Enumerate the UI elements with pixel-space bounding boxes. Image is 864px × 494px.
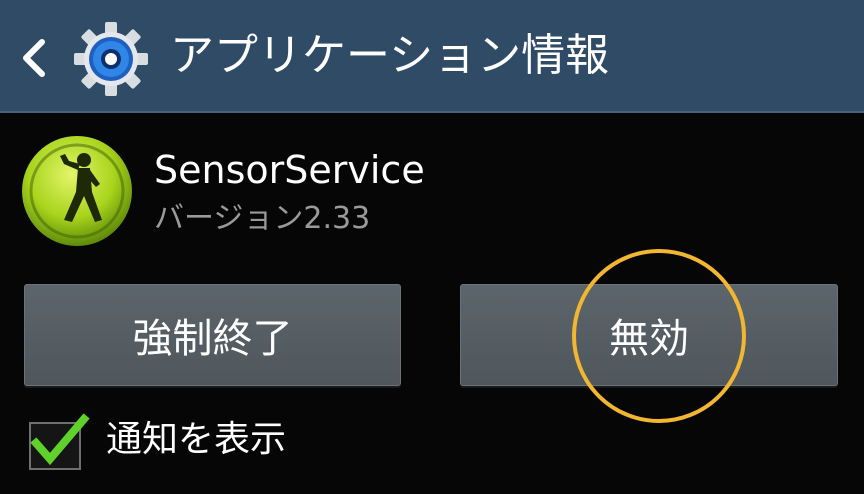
- show-notifications-label[interactable]: 通知を表示: [106, 414, 286, 466]
- app-version: バージョン2.33: [154, 201, 371, 236]
- action-bar: アプリケーション情報: [0, 0, 864, 113]
- page-title: アプリケーション情報: [170, 30, 610, 81]
- show-notifications-checkbox[interactable]: [28, 413, 90, 473]
- app-name: SensorService: [154, 148, 425, 192]
- chevron-left-icon[interactable]: [16, 36, 52, 80]
- app-info-screen: アプリケーション情報 SensorService バージョン2.33 強制終了 …: [0, 0, 864, 494]
- force-stop-button[interactable]: 強制終了: [24, 284, 401, 386]
- disable-button[interactable]: 無効: [460, 284, 838, 386]
- gear-icon[interactable]: [72, 20, 150, 98]
- walking-person-icon: [22, 136, 132, 246]
